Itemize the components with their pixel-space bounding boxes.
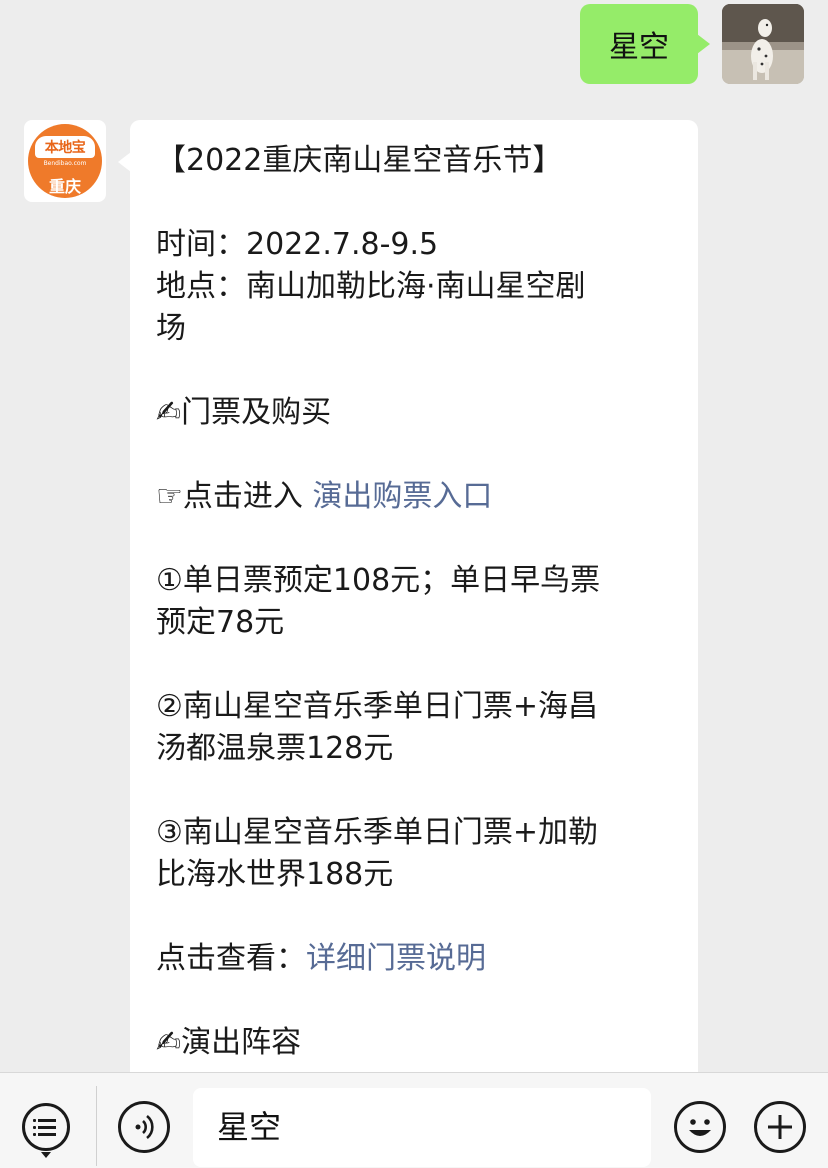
menu-icon[interactable] — [22, 1103, 70, 1151]
item3-line1: ③南山星空音乐季单日门票+加勒 — [156, 815, 599, 850]
enter-prefix: ☞点击进入 — [156, 479, 313, 514]
view-prefix: 点击查看： — [156, 941, 306, 976]
message-body: 【2022重庆南山星空音乐节】 时间：2022.7.8-9.5 地点：南山加勒比… — [156, 140, 676, 1064]
item2-line2: 汤都温泉票128元 — [156, 731, 394, 766]
menu-arrow-icon — [41, 1152, 51, 1158]
logo-brand: 本地宝 — [35, 136, 95, 158]
item1-line1: ①单日票预定108元；单日早鸟票 — [156, 563, 601, 598]
message-title: 【2022重庆南山星空音乐节】 — [156, 143, 563, 178]
ticket-heading: ✍门票及购买 — [156, 395, 332, 430]
place-line-2: 场 — [156, 311, 186, 346]
logo-site: Bendibao.com — [43, 160, 87, 167]
user-message-text: 星空 — [609, 30, 669, 65]
plus-icon[interactable] — [754, 1101, 806, 1153]
voice-icon[interactable] — [118, 1101, 170, 1153]
input-divider — [96, 1086, 97, 1166]
bot-avatar[interactable]: 本地宝 Bendibao.com 重庆 — [24, 120, 106, 202]
item1-line2: 预定78元 — [156, 605, 285, 640]
message-input[interactable]: 星空 — [193, 1088, 651, 1167]
ticket-details-link[interactable]: 详细门票说明 — [306, 941, 486, 976]
lineup-heading: ✍演出阵容 — [156, 1025, 302, 1060]
place-line-1: 地点：南山加勒比海·南山星空剧 — [156, 269, 586, 304]
ticket-purchase-link[interactable]: 演出购票入口 — [312, 479, 492, 514]
user-avatar[interactable] — [722, 4, 804, 84]
user-message-bubble[interactable]: 星空 — [580, 4, 710, 84]
view-line: 点击查看：详细门票说明 — [156, 938, 676, 980]
item3-line2: 比海水世界188元 — [156, 857, 394, 892]
enter-line: ☞点击进入 演出购票入口 — [156, 476, 676, 518]
item2-line1: ②南山星空音乐季单日门票+海昌 — [156, 689, 599, 724]
dog-photo-icon — [722, 4, 804, 84]
logo-city: 重庆 — [48, 177, 81, 196]
bendibao-logo: 本地宝 Bendibao.com 重庆 — [28, 124, 102, 198]
time-line: 时间：2022.7.8-9.5 — [156, 227, 439, 262]
emoji-icon[interactable] — [674, 1101, 726, 1153]
bot-message-bubble[interactable]: 【2022重庆南山星空音乐节】 时间：2022.7.8-9.5 地点：南山加勒比… — [118, 120, 698, 1120]
